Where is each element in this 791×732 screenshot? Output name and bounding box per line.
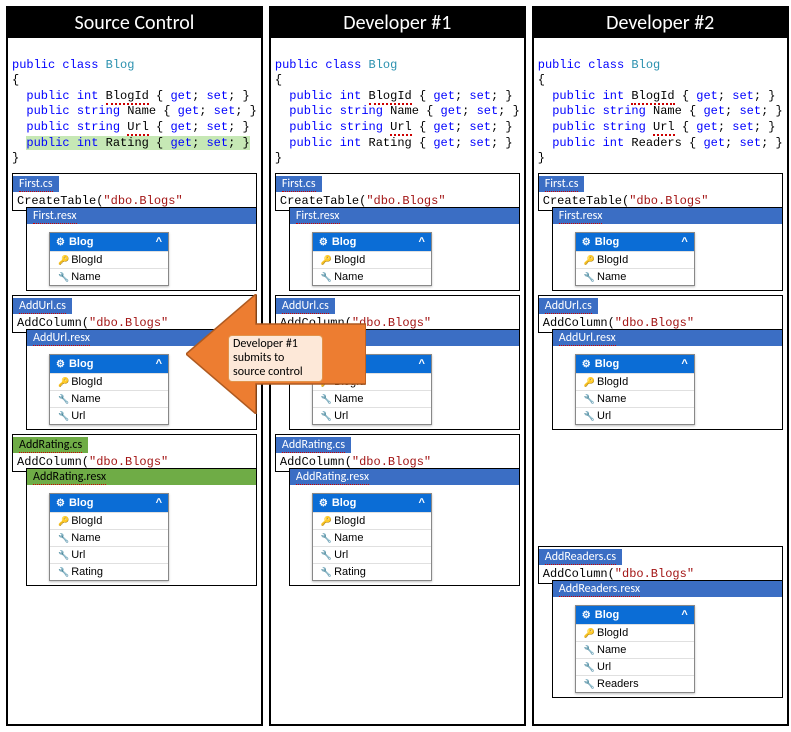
key-icon: 🔑 (58, 255, 69, 265)
dev2-entity-first: ⚙Blog^ 🔑BlogId 🔧Name (575, 232, 695, 286)
arrow-caption: Developer #1 submits to source control (228, 335, 323, 382)
dev1-resx-addurl: AddUrl.resx ⚙Blog^ 🔑BlogId 🔧Name 🔧Url (289, 329, 520, 430)
dev1-file-first: First.cs CreateTable("dbo.Blogs" (275, 173, 520, 211)
resx-tab-addrating: AddRating.resx (33, 470, 106, 485)
file-first-cs: First.cs CreateTable("dbo.Blogs" (12, 173, 257, 211)
dev1-file-addurl: AddUrl.cs AddColumn("dbo.Blogs" (275, 295, 520, 333)
dev2-code-block: public class Blog { public int BlogId { … (538, 42, 783, 167)
dev2-file-addurl: AddUrl.cs AddColumn("dbo.Blogs" (538, 295, 783, 333)
file-addrating-cs: AddRating.cs AddColumn("dbo.Blogs" (12, 434, 257, 472)
dev2-file-first: First.cs CreateTable("dbo.Blogs" (538, 173, 783, 211)
source-control-column: Source Control public class Blog { publi… (6, 6, 263, 726)
dev2-resx-addurl: AddUrl.resx ⚙Blog^ 🔑BlogId 🔧Name 🔧Url (552, 329, 783, 430)
dev1-header: Developer #1 (271, 8, 524, 38)
file-tab-first-cs: First.cs (19, 177, 53, 192)
dev2-entity-addreaders: ⚙Blog^ 🔑BlogId 🔧Name 🔧Url 🔧Readers (575, 605, 695, 693)
dev2-gap (538, 430, 783, 542)
dev1-file-addrating: AddRating.cs AddColumn("dbo.Blogs" (275, 434, 520, 472)
entity-blog-addurl: ⚙Blog^ 🔑BlogId 🔧Name 🔧Url (49, 354, 169, 425)
resx-addurl: AddUrl.resx ⚙Blog^ 🔑BlogId 🔧Name 🔧Url (26, 329, 257, 430)
entity-blog-addrating: ⚙Blog^ 🔑BlogId 🔧Name 🔧Url 🔧Rating (49, 493, 169, 581)
dev1-resx-first: First.resx ⚙Blog^ 🔑BlogId 🔧Name (289, 207, 520, 291)
wrench-icon: 🔧 (58, 272, 69, 282)
dev1-entity-addrating: ⚙Blog^ 🔑BlogId 🔧Name 🔧Url 🔧Rating (312, 493, 432, 581)
entity-blog-first: ⚙Blog^ 🔑BlogId 🔧Name (49, 232, 169, 286)
file-tab-addrating: AddRating.cs (19, 438, 82, 453)
source-control-body: public class Blog { public int BlogId { … (8, 38, 261, 724)
dev2-header: Developer #2 (534, 8, 787, 38)
dev2-file-addreaders: AddReaders.cs AddColumn("dbo.Blogs" (538, 546, 783, 584)
resx-tab-addurl: AddUrl.resx (33, 331, 90, 346)
three-column-layout: Source Control public class Blog { publi… (6, 6, 785, 726)
source-code-block: public class Blog { public int BlogId { … (12, 42, 257, 167)
dev1-entity-first: ⚙Blog^ 🔑BlogId 🔧Name (312, 232, 432, 286)
dev2-column: Developer #2 public class Blog { public … (532, 6, 789, 726)
dev2-body: public class Blog { public int BlogId { … (534, 38, 787, 724)
resx-tab-first: First.resx (33, 209, 77, 224)
dev2-entity-addurl: ⚙Blog^ 🔑BlogId 🔧Name 🔧Url (575, 354, 695, 425)
dev1-resx-addrating: AddRating.resx ⚙Blog^ 🔑BlogId 🔧Name 🔧Url… (289, 468, 520, 586)
entity-icon: ⚙ (56, 237, 65, 248)
dev1-entity-addurl: ⚙Blog^ 🔑BlogId 🔧Name 🔧Url (312, 354, 432, 425)
resx-first: First.resx ⚙Blog^ 🔑BlogId 🔧Name (26, 207, 257, 291)
dev2-resx-first: First.resx ⚙Blog^ 🔑BlogId 🔧Name (552, 207, 783, 291)
file-addurl-cs: AddUrl.cs AddColumn("dbo.Blogs" (12, 295, 257, 333)
source-control-header: Source Control (8, 8, 261, 38)
chevron-icon: ^ (156, 236, 162, 248)
file-tab-addurl: AddUrl.cs (19, 299, 66, 314)
dev2-resx-addreaders: AddReaders.resx ⚙Blog^ 🔑BlogId 🔧Name 🔧Ur… (552, 580, 783, 698)
dev1-code-block: public class Blog { public int BlogId { … (275, 42, 520, 167)
resx-addrating: AddRating.resx ⚙Blog^ 🔑BlogId 🔧Name 🔧Url… (26, 468, 257, 586)
